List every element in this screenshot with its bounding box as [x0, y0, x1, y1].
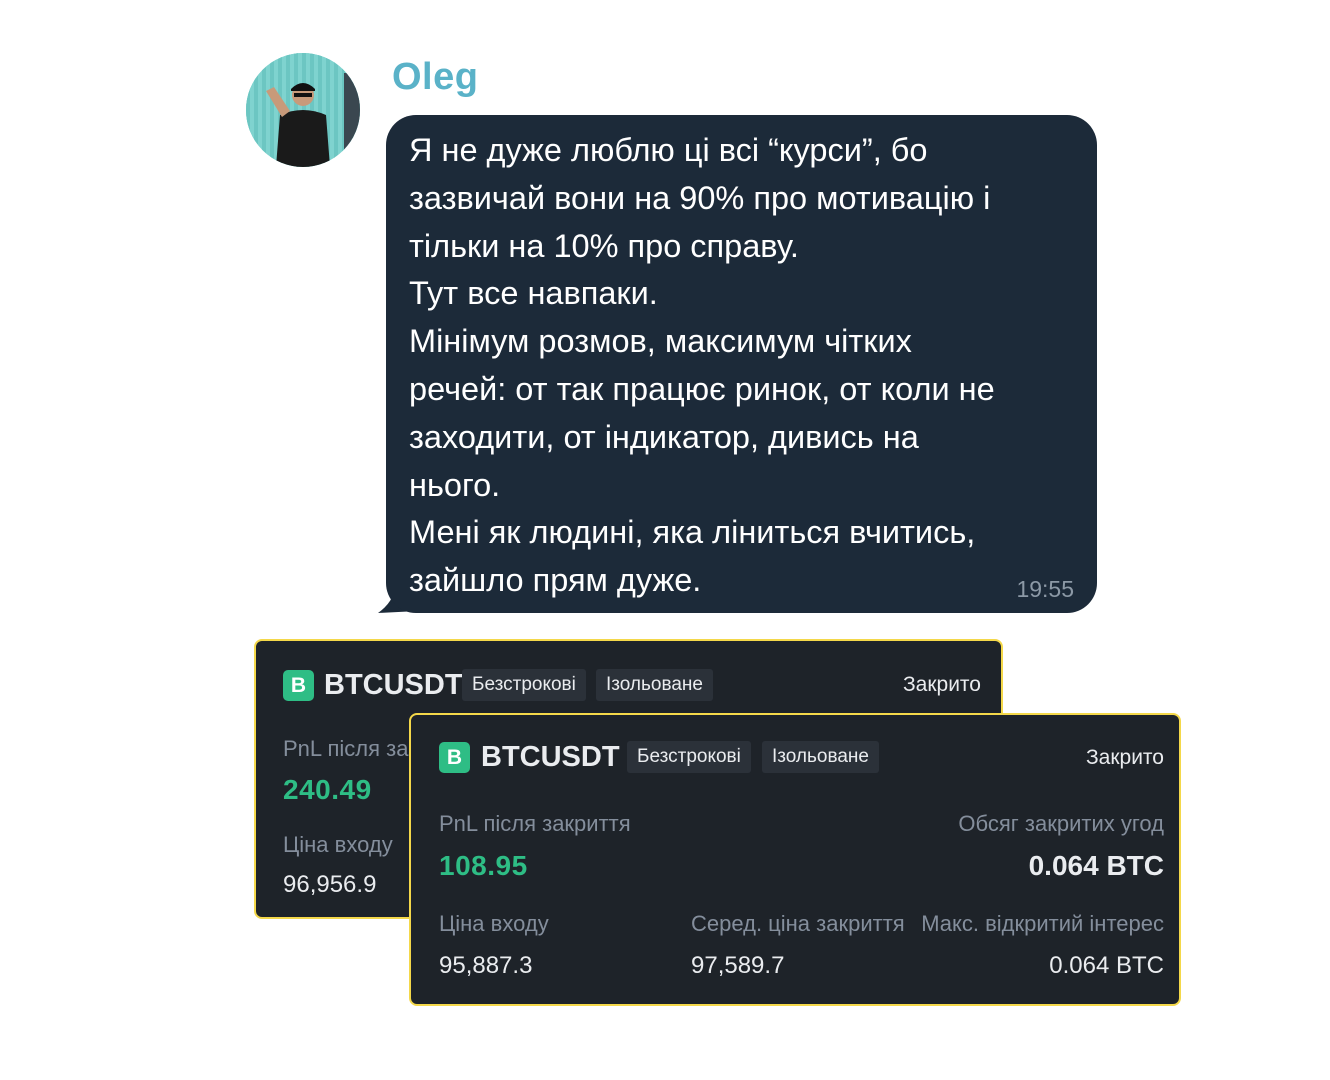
entry-price-value: 96,956.9: [283, 871, 377, 898]
message-line: речей: от так працює ринок, от коли не: [409, 370, 995, 407]
coin-badge-icon: B: [439, 742, 470, 773]
tag-perpetual: Безстрокові: [462, 669, 586, 701]
pair-name: BTCUSDT: [324, 669, 463, 701]
pair-name: BTCUSDT: [481, 741, 620, 773]
status-label: Закрито: [1085, 746, 1164, 769]
tag-isolated: Ізольоване: [762, 741, 879, 773]
avg-close-price-label: Серед. ціна закриття: [691, 911, 905, 936]
closed-volume-value: 0.064 BTC: [1028, 850, 1164, 881]
max-open-interest-label: Макс. відкритий інтерес: [921, 911, 1164, 936]
entry-price-label: Ціна входу: [439, 911, 549, 936]
avg-close-price-value: 97,589.7: [691, 952, 785, 979]
message-line: Мінімум розмов, максимум чітких: [409, 323, 912, 360]
entry-price-value: 95,887.3: [439, 952, 533, 979]
status-label: Закрито: [902, 673, 981, 696]
message-line: Мені як людині, яка лінить­ся вчитись,: [409, 514, 976, 551]
message-line: тільки на 10% про справу.: [409, 227, 799, 264]
message-line: Я не дуже люблю ці всі “курси”, бо: [409, 132, 928, 168]
pnl-value: 240.49: [283, 774, 372, 805]
message-line: заходити, от індикатор, дивись на: [409, 418, 919, 455]
tag-perpetual: Безстрокові: [627, 741, 751, 773]
entry-price-label: Ціна входу: [283, 832, 393, 857]
avatar[interactable]: [246, 53, 360, 167]
message-line: Тут все навпаки.: [409, 275, 658, 312]
message-line: зайшло прям дуже.: [409, 562, 702, 599]
coin-badge-icon: B: [283, 670, 314, 701]
message-line: нього.: [409, 466, 501, 503]
message-timestamp: 19:55: [1016, 576, 1074, 602]
closed-volume-label: Обсяг закритих угод: [958, 811, 1164, 836]
trade-card-front[interactable]: B BTCUSDT Безстрокові Ізольоване Закрито…: [409, 713, 1181, 1006]
person-photo-icon: [246, 53, 360, 167]
pnl-value: 108.95: [439, 850, 528, 881]
message-bubble: Я не дуже люблю ці всі “курси”, бо зазви…: [386, 115, 1097, 613]
tag-isolated: Ізольоване: [596, 669, 713, 701]
sender-name: Oleg: [392, 56, 479, 98]
message-text: Я не дуже люблю ці всі “курси”, бо зазви…: [409, 127, 1089, 605]
max-open-interest-value: 0.064 BTC: [1049, 952, 1164, 979]
message-line: зазвичай вони на 90% про мотивацію і: [409, 179, 991, 216]
pnl-label: PnL після закриття: [439, 811, 631, 836]
